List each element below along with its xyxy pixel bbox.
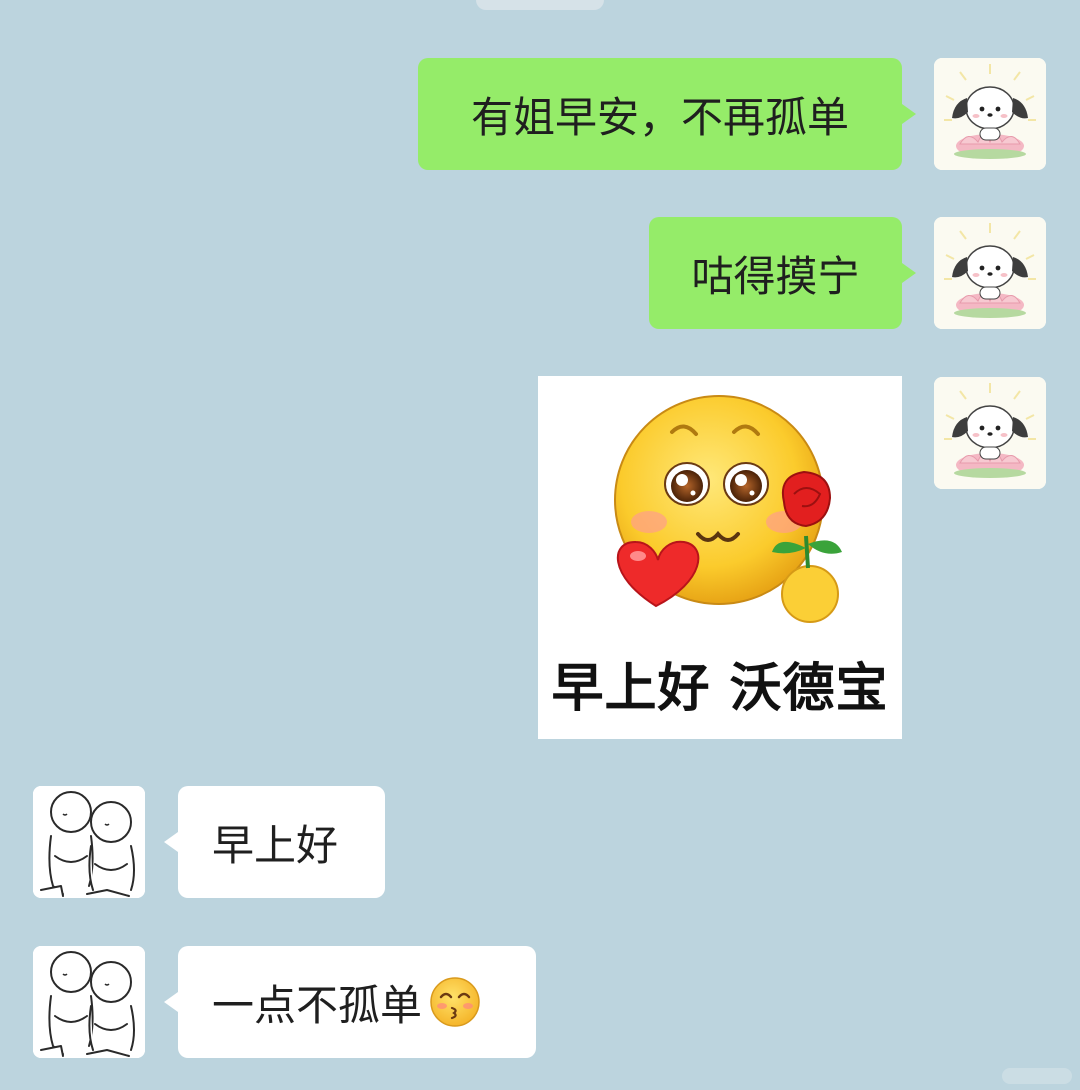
other-avatar[interactable] [33, 946, 145, 1058]
puppy-on-lotus-avatar-icon [934, 58, 1046, 170]
message-bubble-outgoing[interactable]: 咕得摸宁 [649, 217, 916, 329]
puppy-on-lotus-avatar-icon [934, 377, 1046, 489]
smiley-heart-rose-sticker-icon [614, 395, 842, 623]
kissing-smile-emoji-icon [428, 975, 482, 1029]
self-avatar[interactable] [934, 58, 1046, 170]
message-text: 早上好 [212, 820, 339, 870]
chat-area: 有姐早安，不再孤单 咕得摸宁 早上好 沃德宝 早上好 一点不孤单 [0, 0, 1080, 1090]
message-text: 一点不孤单 [212, 980, 423, 1030]
previous-message-edge [476, 0, 604, 10]
self-avatar[interactable] [934, 377, 1046, 489]
message-bubble-incoming[interactable]: 一点不孤单 [164, 946, 536, 1058]
message-bubble-incoming[interactable]: 早上好 [164, 786, 385, 898]
other-avatar[interactable] [33, 786, 145, 898]
sticker-message[interactable]: 早上好 沃德宝 [538, 376, 902, 739]
two-sketch-figures-avatar-icon [33, 786, 145, 898]
sticker-caption: 早上好 沃德宝 [551, 659, 889, 719]
message-text: 咕得摸宁 [691, 251, 860, 301]
message-bubble-outgoing[interactable]: 有姐早安，不再孤单 [418, 58, 916, 170]
message-text: 有姐早安，不再孤单 [470, 92, 849, 142]
self-avatar[interactable] [934, 217, 1046, 329]
two-sketch-figures-avatar-icon [33, 946, 145, 1058]
watermark-logo [1002, 1068, 1072, 1084]
puppy-on-lotus-avatar-icon [934, 217, 1046, 329]
